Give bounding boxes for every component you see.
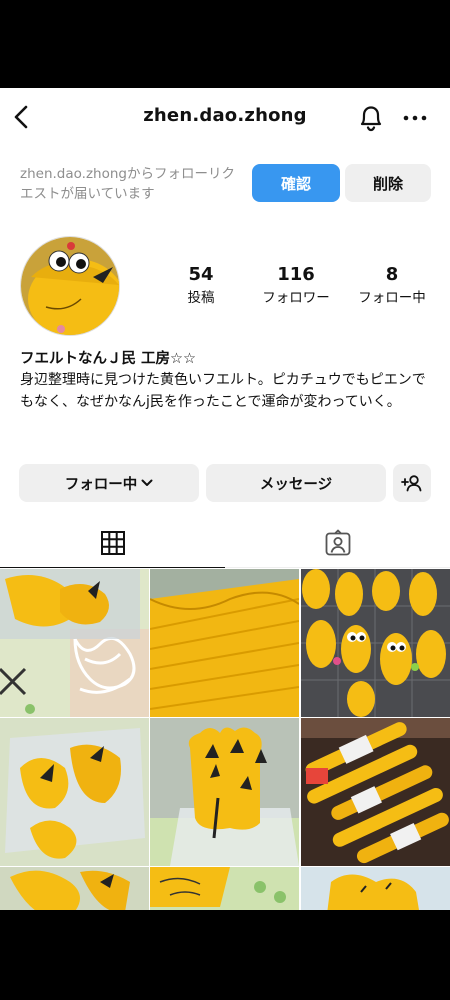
confirm-request-button[interactable]: 確認 — [252, 164, 340, 202]
posts-grid — [0, 569, 450, 910]
post-image-felt-partial-3 — [301, 867, 450, 910]
followers-stat[interactable]: 116 フォロワー — [251, 264, 341, 308]
following-count: 8 — [385, 264, 399, 285]
post-image-felt-figures — [301, 569, 450, 717]
profile-screen: zhen.dao.zhong zhen.dao.zhongからフォローリクエスト… — [0, 88, 450, 910]
delete-request-button[interactable]: 削除 — [345, 164, 431, 202]
following-stat[interactable]: 8 フォロー中 — [347, 264, 437, 308]
post-image-felt-box-2 — [0, 718, 149, 866]
notifications-button[interactable] — [355, 102, 387, 134]
chevron-down-icon — [141, 479, 153, 486]
posts-label: 投稿 — [187, 290, 215, 306]
post-image-felt-partial-2 — [150, 867, 299, 910]
profile-display-name: フエルトなんＪ民 工房☆☆ — [20, 351, 197, 367]
followers-label: フォロワー — [262, 290, 330, 306]
post-image-felt-partial-1 — [0, 867, 149, 910]
post-thumbnail[interactable] — [0, 569, 149, 717]
tab-posts-grid[interactable] — [0, 518, 225, 568]
post-thumbnail[interactable] — [0, 867, 149, 910]
profile-bio: 身辺整理時に見つけた黄色いフエルト。ピカチュウでもピエンでもなく、なぜかなんj民… — [20, 372, 426, 410]
following-button[interactable]: フォロー中 — [19, 464, 199, 502]
post-thumbnail[interactable] — [0, 718, 149, 866]
top-navigation-bar: zhen.dao.zhong — [0, 88, 450, 146]
following-button-label: フォロー中 — [64, 476, 138, 493]
post-image-felt-box — [0, 569, 149, 717]
status-bar-area — [0, 0, 450, 88]
post-thumbnail[interactable] — [301, 569, 450, 717]
post-thumbnail[interactable] — [301, 718, 450, 866]
posts-stat[interactable]: 54 投稿 — [156, 264, 246, 308]
post-image-felt-rolls — [301, 718, 450, 866]
more-options-button[interactable] — [400, 104, 430, 132]
tagged-person-icon — [325, 529, 350, 555]
post-thumbnail[interactable] — [150, 718, 299, 866]
add-user-button[interactable] — [393, 464, 431, 502]
post-image-felt-sheets — [150, 569, 299, 717]
message-button[interactable]: メッセージ — [206, 464, 386, 502]
add-person-icon — [401, 475, 422, 492]
post-thumbnail[interactable] — [150, 569, 299, 717]
grid-icon — [100, 530, 125, 555]
post-thumbnail[interactable] — [150, 867, 299, 910]
following-label: フォロー中 — [358, 290, 426, 306]
post-image-felt-cutouts — [150, 718, 299, 866]
tab-tagged[interactable] — [225, 518, 450, 568]
bell-icon — [360, 106, 382, 132]
profile-tabs — [0, 518, 450, 568]
avatar-felt-photo — [21, 237, 119, 335]
home-indicator-area — [0, 910, 450, 1000]
more-horizontal-icon — [403, 115, 427, 121]
follow-request-text: zhen.dao.zhongからフォローリクエストが届いています — [20, 166, 235, 202]
posts-count: 54 — [188, 264, 214, 285]
avatar[interactable] — [20, 236, 120, 336]
followers-count: 116 — [277, 264, 315, 285]
post-thumbnail[interactable] — [301, 867, 450, 910]
